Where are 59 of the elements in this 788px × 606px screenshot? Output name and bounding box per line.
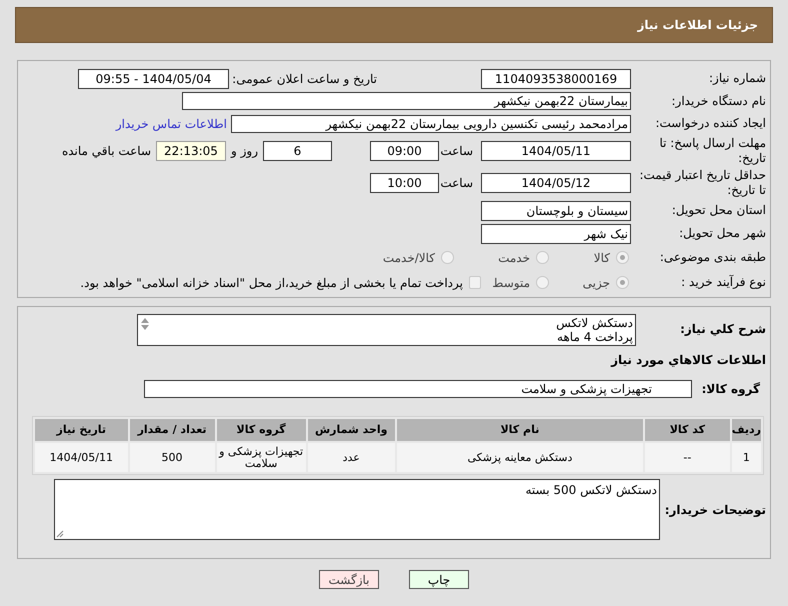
- field-label: حداقل تاریخ اعتبار قیمت: تا تاریخ:: [638, 167, 766, 198]
- column-header: تعداد / مقدار: [130, 419, 215, 441]
- column-header: واحد شمارش: [308, 419, 395, 441]
- contact-link[interactable]: اطلاعات تماس خریدار: [116, 114, 227, 132]
- field-label: شرح کلي نياز:: [679, 321, 766, 338]
- radio-label: کالا/خدمت: [382, 250, 435, 266]
- field-label: توضیحات خریدار:: [664, 502, 766, 518]
- text-line: دستکش لاتکس: [556, 316, 633, 330]
- time-label: ساعت: [443, 143, 473, 160]
- spinner-icon: [140, 317, 150, 331]
- field-label: نام دستگاه خریدار:: [670, 94, 766, 108]
- checkbox[interactable]: [469, 276, 481, 289]
- time-field: 10:00: [370, 173, 439, 193]
- radio-label: متوسط: [492, 274, 530, 292]
- radio-label: کالا: [594, 250, 610, 266]
- table-cell: --: [645, 443, 730, 472]
- field-label: تاریخ و ساعت اعلان عمومی:: [231, 70, 378, 88]
- notes-area: دستکش لاتکس 500 بسته: [54, 479, 660, 540]
- field-label: نوع فرآیند خرید :: [680, 275, 766, 290]
- column-header: ردیف: [732, 419, 761, 441]
- time-label: ساعت: [443, 175, 473, 192]
- table-cell: 500: [130, 443, 215, 472]
- date-field: 1404/05/12: [481, 173, 631, 193]
- time-field: 09:00: [370, 141, 439, 161]
- resize-grip-icon: [56, 530, 64, 538]
- radio-button[interactable]: [616, 276, 629, 289]
- column-header: نام کالا: [396, 419, 644, 441]
- field-label: استان محل تحویل:: [670, 203, 766, 218]
- field-label: طبقه بندی موضوعی:: [658, 250, 766, 265]
- date-field: 1404/05/11: [481, 141, 631, 161]
- column-header: کد کالا: [645, 419, 730, 441]
- remaining-label: ساعت باقي مانده: [62, 143, 151, 160]
- back-button[interactable]: بازگشت: [319, 570, 379, 589]
- radio-label: خدمت: [498, 250, 530, 266]
- table-cell: 1: [732, 443, 761, 472]
- days-label: روز و: [231, 143, 258, 160]
- checkbox-label: پرداخت تمام یا بخشی از مبلغ خرید،از محل "اسناد خزانه اسلامی" خواهد بود.: [80, 274, 463, 292]
- field-label: مهلت ارسال پاسخ: تا تاریخ:: [658, 135, 766, 166]
- section-heading: اطلاعات کالاهاي مورد نياز: [610, 352, 766, 369]
- text-line: پرداخت 4 ماهه: [557, 330, 633, 344]
- field-label: شماره نیاز:: [708, 71, 766, 86]
- countdown-field: 22:13:05: [156, 141, 226, 161]
- table-cell: تجهیزات پزشکی و سلامت: [216, 443, 306, 472]
- field-label: گروه کالا:: [700, 381, 760, 398]
- radio-button[interactable]: [536, 251, 549, 264]
- radio-label: جزیی: [582, 274, 610, 292]
- radio-button[interactable]: [536, 276, 549, 289]
- column-header: تاریخ نیاز: [35, 419, 128, 441]
- page-title: جزئیات اطلاعات نیاز: [637, 17, 758, 34]
- table-cell: عدد: [308, 443, 395, 472]
- radio-button[interactable]: [441, 251, 454, 264]
- days-field: 6: [263, 141, 332, 161]
- table-cell: 1404/05/11: [35, 443, 128, 472]
- field-label: شهر محل تحویل:: [678, 226, 766, 241]
- table-cell: دستکش معاینه پزشکی: [396, 443, 644, 472]
- radio-button[interactable]: [616, 251, 629, 264]
- field-label: ایجاد کننده درخواست:: [654, 116, 766, 131]
- print-button[interactable]: چاپ: [409, 570, 469, 589]
- column-header: گروه کالا: [216, 419, 306, 441]
